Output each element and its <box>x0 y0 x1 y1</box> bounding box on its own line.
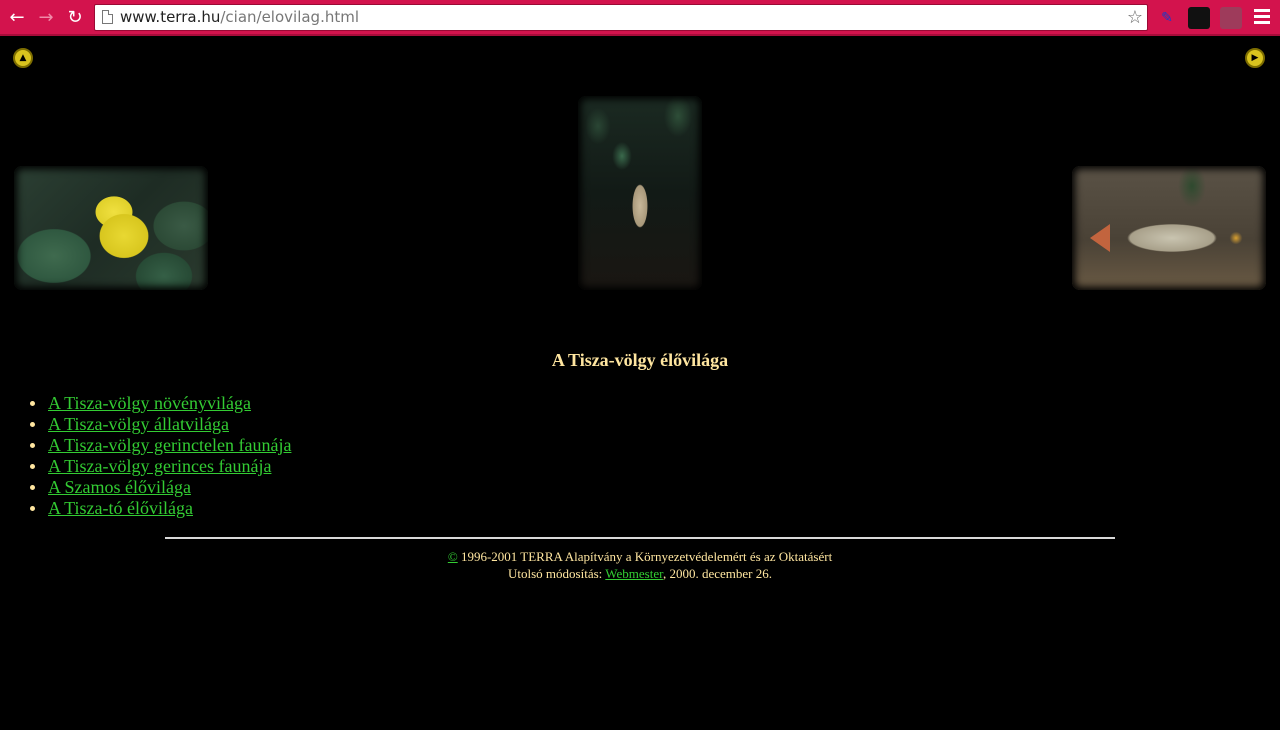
list-item: A Szamos élővilága <box>29 477 291 498</box>
link-plants[interactable]: A Tisza-völgy növényvilága <box>48 393 251 413</box>
mayfly-photo <box>578 96 702 290</box>
bookmark-star-icon[interactable]: ☆ <box>1127 5 1143 30</box>
copyright-line: © 1996-2001 TERRA Alapítvány a Környezet… <box>0 548 1280 565</box>
webmaster-link[interactable]: Webmester <box>605 566 663 581</box>
list-item: A Tisza-tó élővilága <box>29 498 291 519</box>
address-bar[interactable]: www.terra.hu/cian/elovilag.html ☆ <box>94 4 1148 31</box>
url-host: www.terra.hu <box>120 8 221 26</box>
browser-toolbar: ← → ↻ www.terra.hu/cian/elovilag.html ☆ … <box>0 0 1280 36</box>
list-item: A Tisza-völgy állatvilága <box>29 414 291 435</box>
reload-icon[interactable]: ↻ <box>63 6 87 30</box>
page-title: A Tisza-völgy élővilága <box>551 350 729 370</box>
copyright-link[interactable]: © <box>448 549 458 564</box>
modified-line: Utolsó módosítás: Webmester, 2000. decem… <box>0 565 1280 582</box>
horizontal-rule <box>165 537 1115 539</box>
link-list: A Tisza-völgy növényvilága A Tisza-völgy… <box>29 393 291 519</box>
modified-prefix: Utolsó módosítás: <box>508 566 606 581</box>
forward-arrow-icon[interactable]: → <box>34 6 58 30</box>
copyright-text: 1996-2001 TERRA Alapítvány a Környezetvé… <box>457 549 833 564</box>
flower-photo <box>14 166 208 290</box>
link-invertebrates[interactable]: A Tisza-völgy gerinctelen faunája <box>48 435 291 455</box>
link-animals[interactable]: A Tisza-völgy állatvilága <box>48 414 229 434</box>
menu-hamburger-icon[interactable] <box>1254 9 1270 27</box>
next-arrow-icon[interactable]: ▶ <box>1245 48 1265 68</box>
list-item: A Tisza-völgy gerinctelen faunája <box>29 435 291 456</box>
page-icon <box>102 10 113 24</box>
list-item: A Tisza-völgy gerinces faunája <box>29 456 291 477</box>
extension-pink-icon[interactable] <box>1220 7 1242 29</box>
extension-pen-icon[interactable]: ✎ <box>1156 7 1178 29</box>
fish-photo <box>1072 166 1266 290</box>
link-vertebrates[interactable]: A Tisza-völgy gerinces faunája <box>48 456 271 476</box>
url-path: /cian/elovilag.html <box>220 8 360 26</box>
link-tisza-lake[interactable]: A Tisza-tó élővilága <box>48 498 193 518</box>
modified-suffix: , 2000. december 26. <box>662 566 772 581</box>
footer: © 1996-2001 TERRA Alapítvány a Környezet… <box>0 548 1280 582</box>
extension-black-icon[interactable] <box>1188 7 1210 29</box>
page-content: ▲ ▶ A Tisza-völgy élővilága A Tisza-völg… <box>0 36 1280 730</box>
up-arrow-icon[interactable]: ▲ <box>13 48 33 68</box>
list-item: A Tisza-völgy növényvilága <box>29 393 291 414</box>
back-arrow-icon[interactable]: ← <box>5 6 29 30</box>
link-szamos[interactable]: A Szamos élővilága <box>48 477 191 497</box>
url-text[interactable]: www.terra.hu/cian/elovilag.html <box>120 5 359 30</box>
